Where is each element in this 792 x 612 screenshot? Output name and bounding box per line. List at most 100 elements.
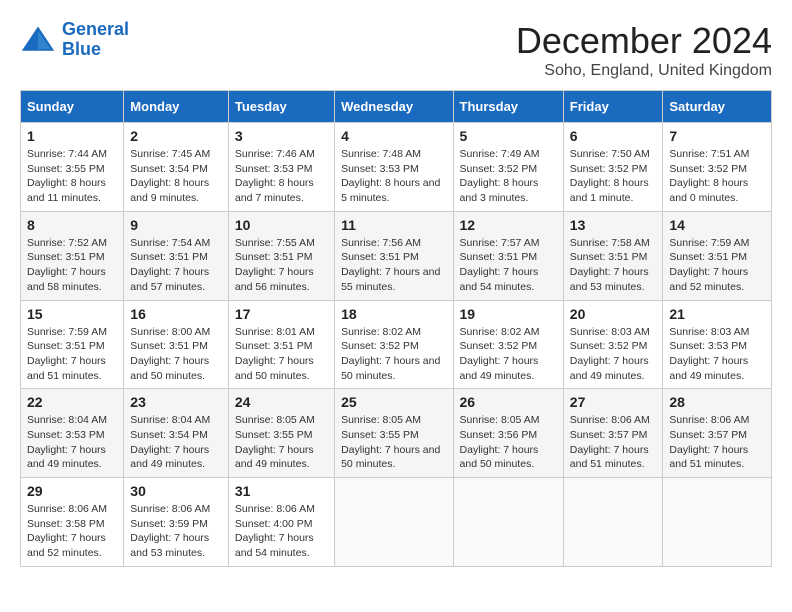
day-number: 12 — [460, 217, 557, 233]
calendar-cell: 17 Sunrise: 8:01 AM Sunset: 3:51 PM Dayl… — [228, 300, 334, 389]
day-info: Sunrise: 7:56 AM Sunset: 3:51 PM Dayligh… — [341, 236, 446, 295]
calendar-cell: 16 Sunrise: 8:00 AM Sunset: 3:51 PM Dayl… — [124, 300, 229, 389]
day-info: Sunrise: 7:57 AM Sunset: 3:51 PM Dayligh… — [460, 236, 557, 295]
day-number: 6 — [570, 128, 657, 144]
day-info: Sunrise: 7:52 AM Sunset: 3:51 PM Dayligh… — [27, 236, 117, 295]
day-info: Sunrise: 8:04 AM Sunset: 3:53 PM Dayligh… — [27, 413, 117, 472]
day-info: Sunrise: 7:54 AM Sunset: 3:51 PM Dayligh… — [130, 236, 222, 295]
day-info: Sunrise: 7:49 AM Sunset: 3:52 PM Dayligh… — [460, 147, 557, 206]
day-number: 3 — [235, 128, 328, 144]
day-info: Sunrise: 8:06 AM Sunset: 4:00 PM Dayligh… — [235, 502, 328, 561]
day-number: 9 — [130, 217, 222, 233]
day-number: 10 — [235, 217, 328, 233]
calendar-cell: 15 Sunrise: 7:59 AM Sunset: 3:51 PM Dayl… — [21, 300, 124, 389]
calendar-cell: 9 Sunrise: 7:54 AM Sunset: 3:51 PM Dayli… — [124, 211, 229, 300]
day-info: Sunrise: 8:06 AM Sunset: 3:57 PM Dayligh… — [570, 413, 657, 472]
day-number: 22 — [27, 394, 117, 410]
col-wednesday: Wednesday — [335, 91, 453, 123]
day-number: 1 — [27, 128, 117, 144]
calendar-week-5: 29 Sunrise: 8:06 AM Sunset: 3:58 PM Dayl… — [21, 478, 772, 567]
calendar-cell: 12 Sunrise: 7:57 AM Sunset: 3:51 PM Dayl… — [453, 211, 563, 300]
calendar-cell: 13 Sunrise: 7:58 AM Sunset: 3:51 PM Dayl… — [563, 211, 663, 300]
day-number: 14 — [669, 217, 765, 233]
day-number: 13 — [570, 217, 657, 233]
day-number: 23 — [130, 394, 222, 410]
day-info: Sunrise: 8:05 AM Sunset: 3:55 PM Dayligh… — [235, 413, 328, 472]
day-info: Sunrise: 8:03 AM Sunset: 3:53 PM Dayligh… — [669, 325, 765, 384]
col-monday: Monday — [124, 91, 229, 123]
calendar-cell: 30 Sunrise: 8:06 AM Sunset: 3:59 PM Dayl… — [124, 478, 229, 567]
day-number: 31 — [235, 483, 328, 499]
calendar-cell: 20 Sunrise: 8:03 AM Sunset: 3:52 PM Dayl… — [563, 300, 663, 389]
day-number: 26 — [460, 394, 557, 410]
day-number: 29 — [27, 483, 117, 499]
page-header: General Blue December 2024 Soho, England… — [20, 20, 772, 80]
day-number: 17 — [235, 306, 328, 322]
calendar-cell: 25 Sunrise: 8:05 AM Sunset: 3:55 PM Dayl… — [335, 389, 453, 478]
day-info: Sunrise: 7:51 AM Sunset: 3:52 PM Dayligh… — [669, 147, 765, 206]
day-number: 25 — [341, 394, 446, 410]
day-number: 15 — [27, 306, 117, 322]
day-info: Sunrise: 7:55 AM Sunset: 3:51 PM Dayligh… — [235, 236, 328, 295]
day-number: 28 — [669, 394, 765, 410]
col-tuesday: Tuesday — [228, 91, 334, 123]
calendar-cell: 8 Sunrise: 7:52 AM Sunset: 3:51 PM Dayli… — [21, 211, 124, 300]
calendar-cell: 4 Sunrise: 7:48 AM Sunset: 3:53 PM Dayli… — [335, 123, 453, 212]
logo: General Blue — [20, 20, 129, 60]
day-info: Sunrise: 8:06 AM Sunset: 3:57 PM Dayligh… — [669, 413, 765, 472]
day-info: Sunrise: 7:50 AM Sunset: 3:52 PM Dayligh… — [570, 147, 657, 206]
calendar-week-2: 8 Sunrise: 7:52 AM Sunset: 3:51 PM Dayli… — [21, 211, 772, 300]
calendar-cell — [453, 478, 563, 567]
day-number: 7 — [669, 128, 765, 144]
calendar-cell — [335, 478, 453, 567]
day-info: Sunrise: 7:59 AM Sunset: 3:51 PM Dayligh… — [669, 236, 765, 295]
logo-icon — [20, 22, 56, 58]
calendar-cell: 14 Sunrise: 7:59 AM Sunset: 3:51 PM Dayl… — [663, 211, 772, 300]
day-info: Sunrise: 7:58 AM Sunset: 3:51 PM Dayligh… — [570, 236, 657, 295]
calendar-week-1: 1 Sunrise: 7:44 AM Sunset: 3:55 PM Dayli… — [21, 123, 772, 212]
calendar-cell: 19 Sunrise: 8:02 AM Sunset: 3:52 PM Dayl… — [453, 300, 563, 389]
main-title: December 2024 — [516, 20, 772, 62]
col-sunday: Sunday — [21, 91, 124, 123]
calendar-cell — [663, 478, 772, 567]
day-info: Sunrise: 8:00 AM Sunset: 3:51 PM Dayligh… — [130, 325, 222, 384]
calendar-cell: 28 Sunrise: 8:06 AM Sunset: 3:57 PM Dayl… — [663, 389, 772, 478]
day-info: Sunrise: 8:06 AM Sunset: 3:59 PM Dayligh… — [130, 502, 222, 561]
day-number: 8 — [27, 217, 117, 233]
day-info: Sunrise: 7:44 AM Sunset: 3:55 PM Dayligh… — [27, 147, 117, 206]
col-saturday: Saturday — [663, 91, 772, 123]
col-friday: Friday — [563, 91, 663, 123]
logo-text: General Blue — [62, 20, 129, 60]
calendar-cell: 22 Sunrise: 8:04 AM Sunset: 3:53 PM Dayl… — [21, 389, 124, 478]
calendar-cell: 10 Sunrise: 7:55 AM Sunset: 3:51 PM Dayl… — [228, 211, 334, 300]
subtitle: Soho, England, United Kingdom — [516, 62, 772, 80]
day-info: Sunrise: 8:02 AM Sunset: 3:52 PM Dayligh… — [460, 325, 557, 384]
day-info: Sunrise: 8:06 AM Sunset: 3:58 PM Dayligh… — [27, 502, 117, 561]
calendar-week-3: 15 Sunrise: 7:59 AM Sunset: 3:51 PM Dayl… — [21, 300, 772, 389]
day-number: 11 — [341, 217, 446, 233]
calendar-cell: 29 Sunrise: 8:06 AM Sunset: 3:58 PM Dayl… — [21, 478, 124, 567]
day-number: 16 — [130, 306, 222, 322]
header-row: Sunday Monday Tuesday Wednesday Thursday… — [21, 91, 772, 123]
day-info: Sunrise: 8:03 AM Sunset: 3:52 PM Dayligh… — [570, 325, 657, 384]
calendar-cell: 21 Sunrise: 8:03 AM Sunset: 3:53 PM Dayl… — [663, 300, 772, 389]
calendar-cell: 11 Sunrise: 7:56 AM Sunset: 3:51 PM Dayl… — [335, 211, 453, 300]
day-info: Sunrise: 8:05 AM Sunset: 3:56 PM Dayligh… — [460, 413, 557, 472]
calendar-cell: 3 Sunrise: 7:46 AM Sunset: 3:53 PM Dayli… — [228, 123, 334, 212]
day-info: Sunrise: 8:05 AM Sunset: 3:55 PM Dayligh… — [341, 413, 446, 472]
day-number: 27 — [570, 394, 657, 410]
day-number: 18 — [341, 306, 446, 322]
day-info: Sunrise: 7:45 AM Sunset: 3:54 PM Dayligh… — [130, 147, 222, 206]
calendar-cell — [563, 478, 663, 567]
calendar-cell: 24 Sunrise: 8:05 AM Sunset: 3:55 PM Dayl… — [228, 389, 334, 478]
calendar-cell: 7 Sunrise: 7:51 AM Sunset: 3:52 PM Dayli… — [663, 123, 772, 212]
day-info: Sunrise: 7:59 AM Sunset: 3:51 PM Dayligh… — [27, 325, 117, 384]
title-block: December 2024 Soho, England, United King… — [516, 20, 772, 80]
calendar-table: Sunday Monday Tuesday Wednesday Thursday… — [20, 90, 772, 567]
day-number: 30 — [130, 483, 222, 499]
calendar-cell: 5 Sunrise: 7:49 AM Sunset: 3:52 PM Dayli… — [453, 123, 563, 212]
col-thursday: Thursday — [453, 91, 563, 123]
calendar-cell: 1 Sunrise: 7:44 AM Sunset: 3:55 PM Dayli… — [21, 123, 124, 212]
calendar-cell: 6 Sunrise: 7:50 AM Sunset: 3:52 PM Dayli… — [563, 123, 663, 212]
day-info: Sunrise: 7:48 AM Sunset: 3:53 PM Dayligh… — [341, 147, 446, 206]
